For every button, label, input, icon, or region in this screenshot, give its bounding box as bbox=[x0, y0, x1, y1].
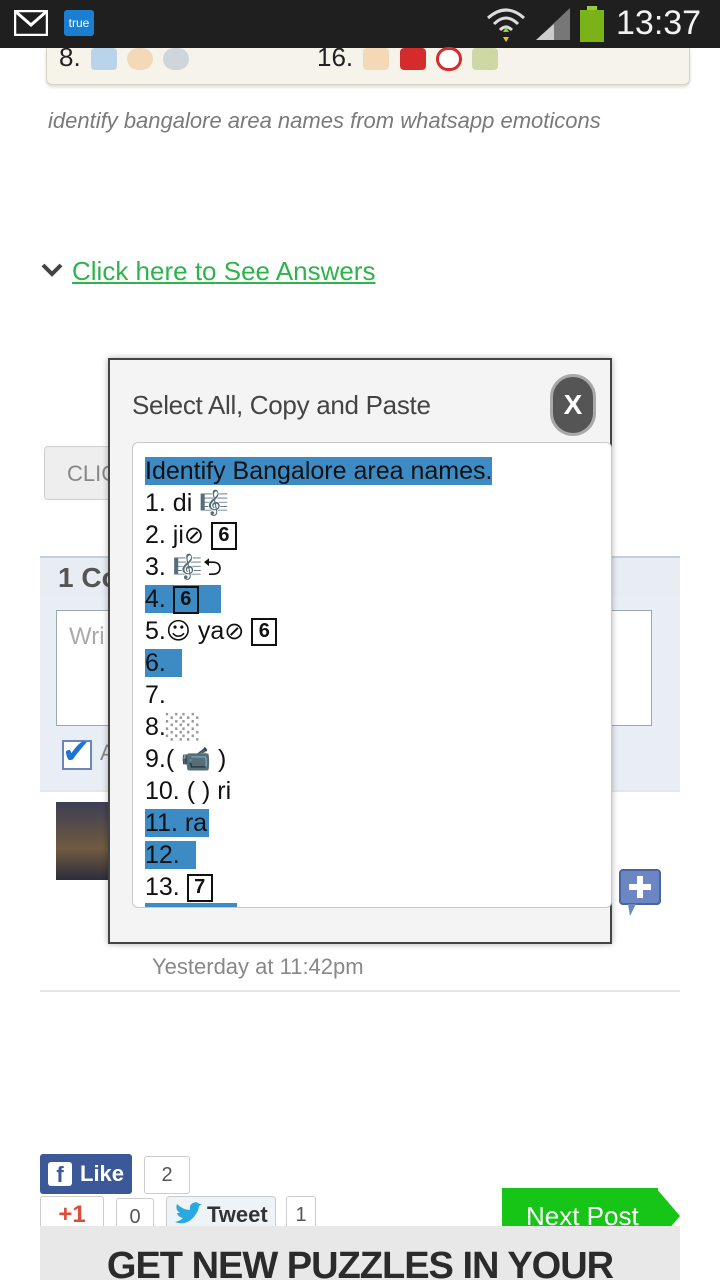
dialog-title: Select All, Copy and Paste bbox=[132, 390, 431, 420]
image-caption: identify bangalore area names from whats… bbox=[48, 108, 601, 133]
line-text: ya bbox=[197, 617, 225, 645]
text-line: 3. 🎼⮌ bbox=[145, 551, 222, 583]
hand-emoji-icon bbox=[363, 48, 390, 71]
line-text: 9.( bbox=[145, 745, 175, 773]
car-emoji-icon bbox=[399, 48, 426, 71]
avatar[interactable] bbox=[56, 802, 110, 880]
puzzle-number: 16. bbox=[317, 42, 354, 72]
prohibited-emoji-icon bbox=[435, 47, 462, 72]
selected-text: 6. bbox=[145, 649, 182, 677]
comment-timestamp: Yesterday at 11:42pm bbox=[152, 954, 364, 979]
text-line: 1. di 🎼 bbox=[145, 487, 229, 519]
line-text: 4. bbox=[145, 585, 166, 613]
clock: 13:37 bbox=[616, 4, 702, 42]
text-line: 11. ra bbox=[145, 807, 210, 839]
building-emoji-icon bbox=[472, 48, 499, 71]
line-text: ) bbox=[217, 745, 227, 773]
divider bbox=[40, 990, 680, 992]
video-camera-icon: 📹 bbox=[181, 745, 212, 773]
music-score-icon: 🎼 bbox=[172, 553, 203, 581]
line-text: 10. ( ) ri bbox=[145, 777, 232, 805]
text-line: 9.( 📹 ) bbox=[145, 743, 226, 775]
text-line: 8.░░ bbox=[145, 711, 201, 743]
status-bar: true 13:37 bbox=[0, 0, 720, 48]
like-label: Like bbox=[80, 1161, 125, 1186]
return-arrow-icon: ⮌ bbox=[202, 553, 222, 581]
subscribe-banner: GET NEW PUZZLES IN YOUR bbox=[40, 1226, 680, 1280]
line-text: 8. bbox=[145, 713, 166, 741]
selected-text: Identify Bangalore area names. bbox=[145, 457, 493, 485]
rain-icon: ░░ bbox=[165, 713, 201, 741]
copy-paste-dialog: Select All, Copy and Paste X Identify Ba… bbox=[108, 358, 612, 944]
facebook-like-button[interactable]: f Like bbox=[40, 1154, 132, 1194]
copy-text-area[interactable]: Identify Bangalore area names. 1. di 🎼 2… bbox=[132, 442, 612, 908]
text-line: 2. ji⊘ 6 bbox=[145, 519, 237, 551]
selected-text: 4. 6 bbox=[145, 585, 221, 615]
keycap-six-icon: 6 bbox=[251, 618, 278, 647]
selected-text: 12. bbox=[145, 841, 196, 869]
music-score-icon: 🎼 bbox=[199, 489, 230, 517]
line-text: 13. bbox=[145, 873, 180, 901]
close-button[interactable]: X bbox=[550, 374, 596, 436]
keycap-seven-icon: 7 bbox=[186, 874, 213, 903]
battery-icon bbox=[580, 6, 604, 42]
keycap-six-icon: 6 bbox=[172, 586, 199, 615]
face-icon: ☺ bbox=[165, 617, 191, 645]
puzzle-strip-right: 16. bbox=[317, 42, 499, 73]
keycap-six-icon: 6 bbox=[210, 522, 237, 551]
puzzle-image: 8. 16. bbox=[46, 42, 690, 85]
like-count: 2 bbox=[144, 1156, 190, 1194]
selected-text bbox=[145, 903, 237, 907]
see-answers-link[interactable]: Click here to See Answers bbox=[72, 256, 375, 287]
line-text: 7. bbox=[145, 681, 166, 709]
text-line: 4. 6 bbox=[145, 583, 221, 615]
reply-plus-icon[interactable] bbox=[618, 868, 662, 918]
facebook-icon: f bbox=[48, 1162, 72, 1187]
text-line: 5.☺ ya⊘ 6 bbox=[145, 615, 278, 647]
selected-text: 11. ra bbox=[145, 809, 210, 837]
text-line: Identify Bangalore area names. bbox=[145, 455, 493, 487]
signal-icon bbox=[536, 8, 570, 40]
wifi-icon bbox=[487, 8, 525, 42]
picture-emoji-icon bbox=[90, 48, 117, 71]
text-line: 7. bbox=[145, 679, 166, 711]
gmail-icon bbox=[14, 10, 48, 36]
puzzle-number: 8. bbox=[59, 42, 81, 72]
line-text: 1. di bbox=[145, 489, 193, 517]
puzzle-strip-left: 8. bbox=[59, 42, 190, 73]
checkmark-icon: ✔ bbox=[62, 733, 91, 771]
checkbox[interactable]: ✔ bbox=[62, 733, 92, 771]
true-app-icon: true bbox=[64, 10, 94, 36]
twitter-bird-icon bbox=[175, 1202, 202, 1224]
line-text: 3. bbox=[145, 553, 166, 581]
bell-emoji-icon bbox=[163, 48, 190, 71]
text-line: 10. ( ) ri bbox=[145, 775, 231, 807]
line-text: 2. ji bbox=[145, 521, 184, 549]
prohibited-icon: ⊘ bbox=[183, 521, 205, 549]
prohibited-icon: ⊘ bbox=[224, 617, 245, 645]
text-line: 6. bbox=[145, 647, 182, 679]
text-line: 12. bbox=[145, 839, 196, 871]
chevron-down-icon[interactable] bbox=[40, 260, 64, 280]
text-line: 13. 7 bbox=[145, 871, 213, 903]
girl-face-emoji-icon bbox=[127, 48, 154, 71]
line-text: 5. bbox=[145, 617, 166, 645]
